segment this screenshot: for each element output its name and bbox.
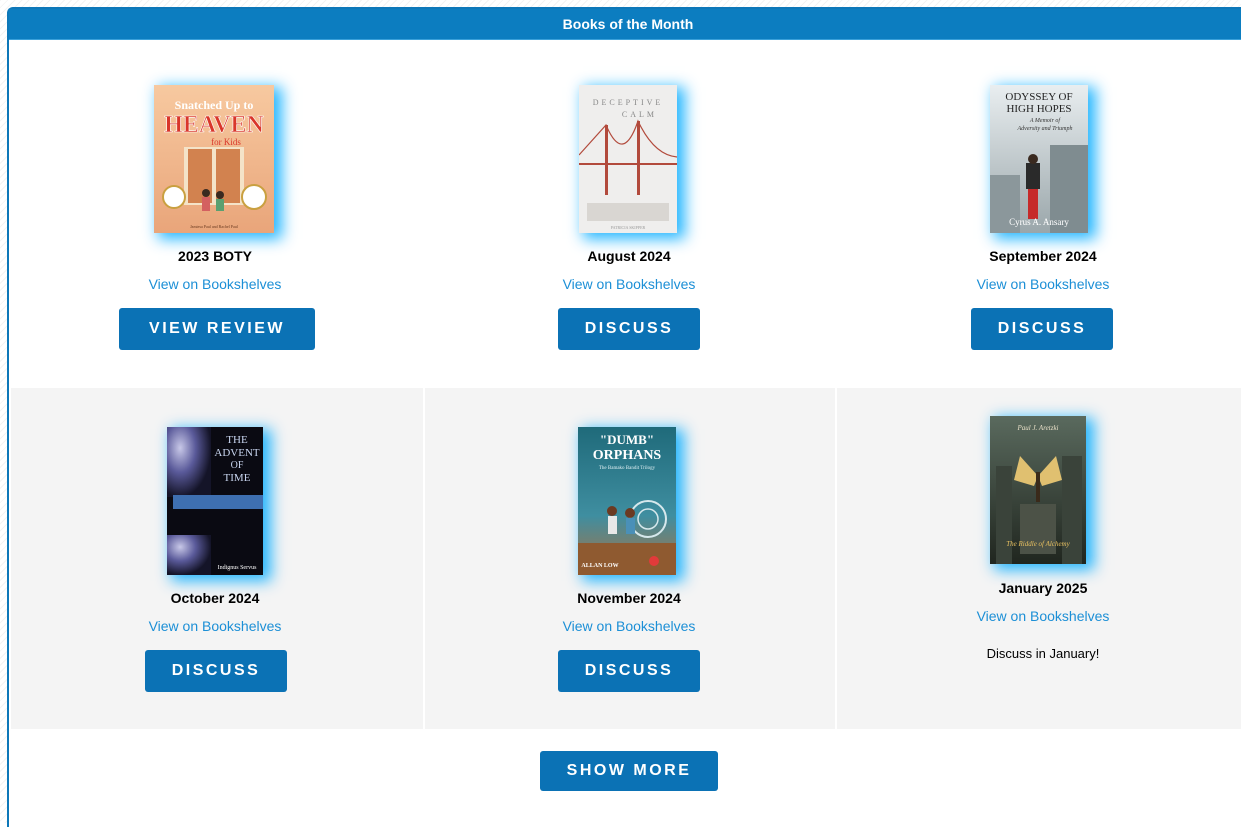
- cover-text: PATRICIA SKIPPER: [611, 225, 646, 230]
- book-card: THE ADVENT OF TIME Indignus Servus Octob…: [9, 389, 421, 729]
- book-cover-september-2024[interactable]: ODYSSEY OF HIGH HOPES A Memoir of Advers…: [990, 85, 1088, 233]
- book-cover-november-2024[interactable]: "DUMB" ORPHANS The Bamako Bandit Trilogy…: [578, 427, 676, 575]
- cover-text: Cyrus A. Ansary: [1009, 217, 1069, 227]
- cover-text: The Riddle of Alchemy: [1006, 540, 1070, 548]
- cover-text: ALLAN LOW: [581, 563, 618, 569]
- view-on-bookshelves-link[interactable]: View on Bookshelves: [9, 618, 421, 634]
- book-cover-august-2024[interactable]: DECEPTIVE CALM PATRICIA SKIPPER: [579, 85, 677, 233]
- cover-text: DECEPTIVE: [593, 98, 664, 107]
- cover-text: HEAVEN: [164, 112, 264, 138]
- view-on-bookshelves-link[interactable]: View on Bookshelves: [837, 276, 1241, 292]
- book-title: September 2024: [989, 248, 1097, 264]
- show-more-button[interactable]: SHOW MORE: [540, 751, 718, 791]
- view-on-bookshelves-link[interactable]: View on Bookshelves: [423, 276, 835, 292]
- book-cover-2023-boty[interactable]: Snatched Up to HEAVEN for Kids Jamiesa P…: [154, 85, 274, 233]
- book-card: "DUMB" ORPHANS The Bamako Bandit Trilogy…: [423, 389, 835, 729]
- discuss-button[interactable]: DISCUSS: [145, 650, 287, 692]
- book-title: January 2025: [998, 580, 1088, 596]
- book-cover-october-2024[interactable]: THE ADVENT OF TIME Indignus Servus: [167, 427, 263, 575]
- book-card: Snatched Up to HEAVEN for Kids Jamiesa P…: [9, 9, 421, 389]
- cover-text: Paul J. Aretzki: [1016, 424, 1058, 432]
- book-card: ODYSSEY OF HIGH HOPES A Memoir of Advers…: [837, 9, 1241, 389]
- cover-text: TIME: [224, 472, 251, 484]
- cover-text: The Bamako Bandit Trilogy: [599, 466, 656, 471]
- cover-text: for Kids: [211, 137, 241, 147]
- cover-text: A Memoir of: [1029, 117, 1062, 124]
- book-title: November 2024: [577, 590, 681, 606]
- book-cover-january-2025[interactable]: Paul J. Aretzki The Riddle of Alchemy: [990, 416, 1086, 564]
- cover-text: CALM: [622, 110, 657, 119]
- cover-text: THE: [226, 434, 248, 446]
- discuss-button[interactable]: DISCUSS: [558, 650, 700, 692]
- cover-text: Jamiesa Paul and Rachel Paul: [190, 224, 239, 229]
- cover-text: Indignus Servus: [218, 565, 257, 571]
- cover-text: HIGH HOPES: [1006, 103, 1071, 115]
- book-title: October 2024: [170, 590, 260, 606]
- view-on-bookshelves-link[interactable]: View on Bookshelves: [423, 618, 835, 634]
- book-card: DECEPTIVE CALM PATRICIA SKIPPER August 2…: [423, 9, 835, 389]
- book-card: Paul J. Aretzki The Riddle of Alchemy Ja…: [837, 389, 1241, 729]
- cover-text: ADVENT: [214, 447, 259, 459]
- discuss-note: Discuss in January!: [986, 646, 1100, 661]
- books-of-the-month-panel: Books of the Month Snatched Up to HEAVEN…: [7, 7, 1241, 827]
- book-title: August 2024: [587, 248, 671, 264]
- cover-text: "DUMB": [600, 432, 654, 447]
- cover-text: Adversity and Triumph: [1017, 126, 1073, 132]
- cover-text: Snatched Up to: [175, 98, 254, 112]
- discuss-button[interactable]: DISCUSS: [971, 308, 1113, 350]
- cover-text: ODYSSEY OF: [1005, 91, 1072, 103]
- view-review-button[interactable]: VIEW REVIEW: [119, 308, 315, 350]
- view-on-bookshelves-link[interactable]: View on Bookshelves: [837, 608, 1241, 624]
- book-title: 2023 BOTY: [178, 248, 252, 264]
- view-on-bookshelves-link[interactable]: View on Bookshelves: [9, 276, 421, 292]
- discuss-button[interactable]: DISCUSS: [558, 308, 700, 350]
- cover-text: OF: [231, 460, 244, 471]
- cover-text: ORPHANS: [593, 448, 662, 463]
